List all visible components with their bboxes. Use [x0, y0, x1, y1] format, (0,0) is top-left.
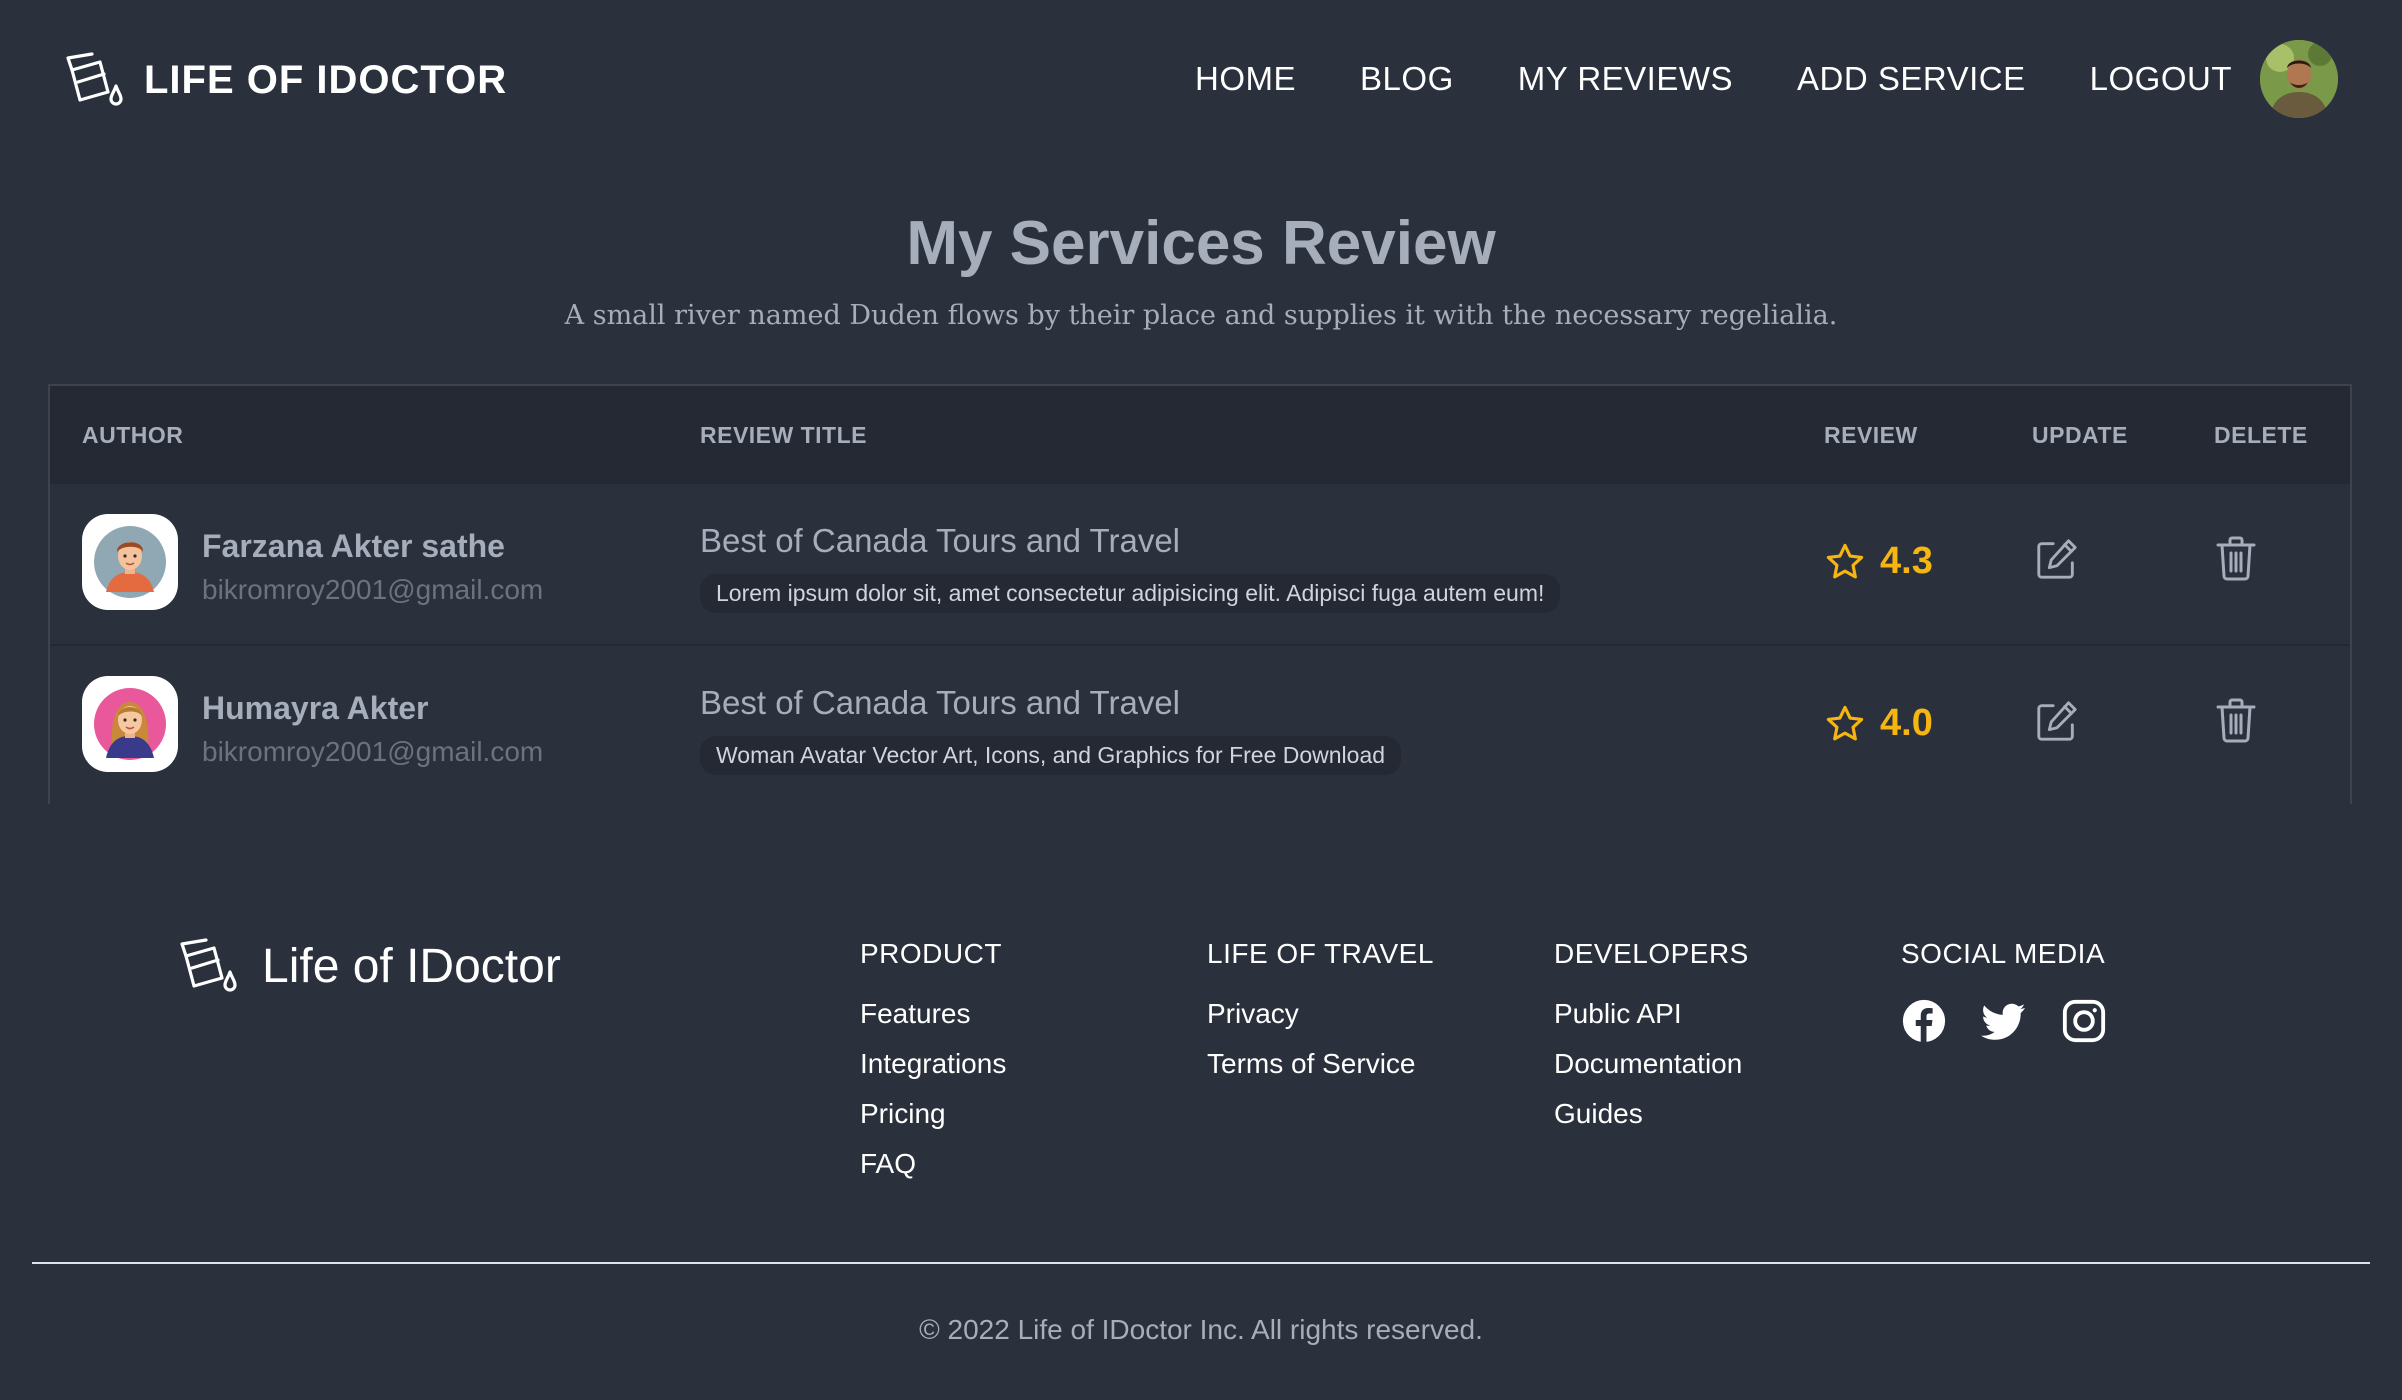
footer-column-product: PRODUCT Features Integrations Pricing FA…	[860, 938, 1006, 1198]
review-description-badge: Lorem ipsum dolor sit, amet consectetur …	[700, 574, 1561, 613]
footer-column-developers: DEVELOPERS Public API Documentation Guid…	[1554, 938, 1749, 1148]
footer-link-faq[interactable]: FAQ	[860, 1148, 1006, 1180]
navbar: LIFE OF IDOCTOR HOME BLOG MY REVIEWS ADD…	[0, 0, 2402, 162]
footer-link-pricing[interactable]: Pricing	[860, 1098, 1006, 1130]
nav-blog-link[interactable]: BLOG	[1360, 60, 1454, 98]
footer-column-title: LIFE OF TRAVEL	[1207, 938, 1434, 969]
footer-link-terms-of-service[interactable]: Terms of Service	[1207, 1048, 1434, 1080]
instagram-icon[interactable]	[2061, 998, 2107, 1044]
male-avatar-icon	[94, 526, 166, 598]
author-name: Farzana Akter sathe	[202, 528, 505, 564]
facebook-icon[interactable]	[1901, 998, 1947, 1044]
author-email: bikromroy2001@gmail.com	[202, 574, 544, 605]
footer-link-guides[interactable]: Guides	[1554, 1098, 1749, 1130]
twitter-icon[interactable]	[1981, 998, 2027, 1044]
review-description-badge: Woman Avatar Vector Art, Icons, and Grap…	[700, 736, 1402, 775]
copyright-text: © 2022 Life of IDoctor Inc. All rights r…	[919, 1314, 1483, 1345]
table-row: Humayra Akter bikromroy2001@gmail.com Be…	[50, 646, 2350, 806]
paint-bucket-icon	[66, 52, 123, 106]
page-subtitle: A small river named Duden flows by their…	[564, 300, 1838, 331]
page-title: My Services Review	[906, 209, 1496, 278]
nav-menu: HOME BLOG MY REVIEWS ADD SERVICE LOGOUT	[1131, 60, 2232, 98]
user-photo	[2260, 40, 2338, 118]
column-header-author: AUTHOR	[82, 422, 184, 448]
footer-divider	[32, 1262, 2370, 1264]
edit-icon[interactable]	[2034, 698, 2080, 744]
nav-my-reviews-link[interactable]: MY REVIEWS	[1518, 60, 1733, 98]
column-header-update: UPDATE	[2032, 422, 2128, 448]
footer-column-title: DEVELOPERS	[1554, 938, 1749, 969]
avatar	[82, 676, 178, 772]
footer-brand[interactable]: Life of IDoctor	[178, 938, 561, 994]
rating-value: 4.0	[1880, 702, 1933, 744]
trash-icon[interactable]	[2214, 696, 2258, 744]
nav-logout-link[interactable]: LOGOUT	[2090, 60, 2232, 98]
table-row: Farzana Akter sathe bikromroy2001@gmail.…	[50, 484, 2350, 646]
footer-link-integrations[interactable]: Integrations	[860, 1048, 1006, 1080]
rating: 4.0	[1824, 702, 1933, 745]
footer-column-title: SOCIAL MEDIA	[1901, 938, 2106, 969]
paint-bucket-icon	[180, 938, 237, 992]
footer-column-title: PRODUCT	[860, 938, 1002, 969]
review-title: Best of Canada Tours and Travel	[700, 522, 1181, 559]
rating-value: 4.3	[1880, 540, 1933, 582]
footer-column-life-of-travel: LIFE OF TRAVEL Privacy Terms of Service	[1207, 938, 1434, 1098]
trash-icon[interactable]	[2214, 534, 2258, 582]
edit-icon[interactable]	[2034, 536, 2080, 582]
footer-link-privacy[interactable]: Privacy	[1207, 998, 1434, 1030]
reviews-table: AUTHOR REVIEW TITLE REVIEW UPDATE DELETE…	[48, 384, 2352, 806]
table-header: AUTHOR REVIEW TITLE REVIEW UPDATE DELETE	[50, 386, 2350, 484]
footer-brand-name: Life of IDoctor	[262, 939, 561, 993]
social-icons	[1901, 998, 2141, 1044]
nav-home-link[interactable]: HOME	[1195, 60, 1296, 98]
author-name: Humayra Akter	[202, 690, 429, 726]
star-icon	[1826, 543, 1864, 578]
user-avatar[interactable]	[2260, 40, 2338, 118]
footer-link-public-api[interactable]: Public API	[1554, 998, 1749, 1030]
star-icon	[1826, 705, 1864, 740]
footer-link-documentation[interactable]: Documentation	[1554, 1048, 1749, 1080]
footer-link-features[interactable]: Features	[860, 998, 1006, 1030]
rating: 4.3	[1824, 540, 1933, 583]
female-avatar-icon	[94, 688, 166, 760]
brand-name: LIFE OF IDOCTOR	[144, 57, 508, 102]
avatar	[82, 514, 178, 610]
author-email: bikromroy2001@gmail.com	[202, 736, 544, 767]
column-header-delete: DELETE	[2214, 422, 2308, 448]
column-header-review: REVIEW	[1824, 422, 1918, 448]
nav-add-service-link[interactable]: ADD SERVICE	[1797, 60, 2026, 98]
review-title: Best of Canada Tours and Travel	[700, 684, 1181, 721]
footer-column-social-media: SOCIAL MEDIA	[1901, 938, 2141, 1044]
brand-logo[interactable]: LIFE OF IDOCTOR	[64, 52, 507, 108]
column-header-review-title: REVIEW TITLE	[700, 422, 867, 448]
